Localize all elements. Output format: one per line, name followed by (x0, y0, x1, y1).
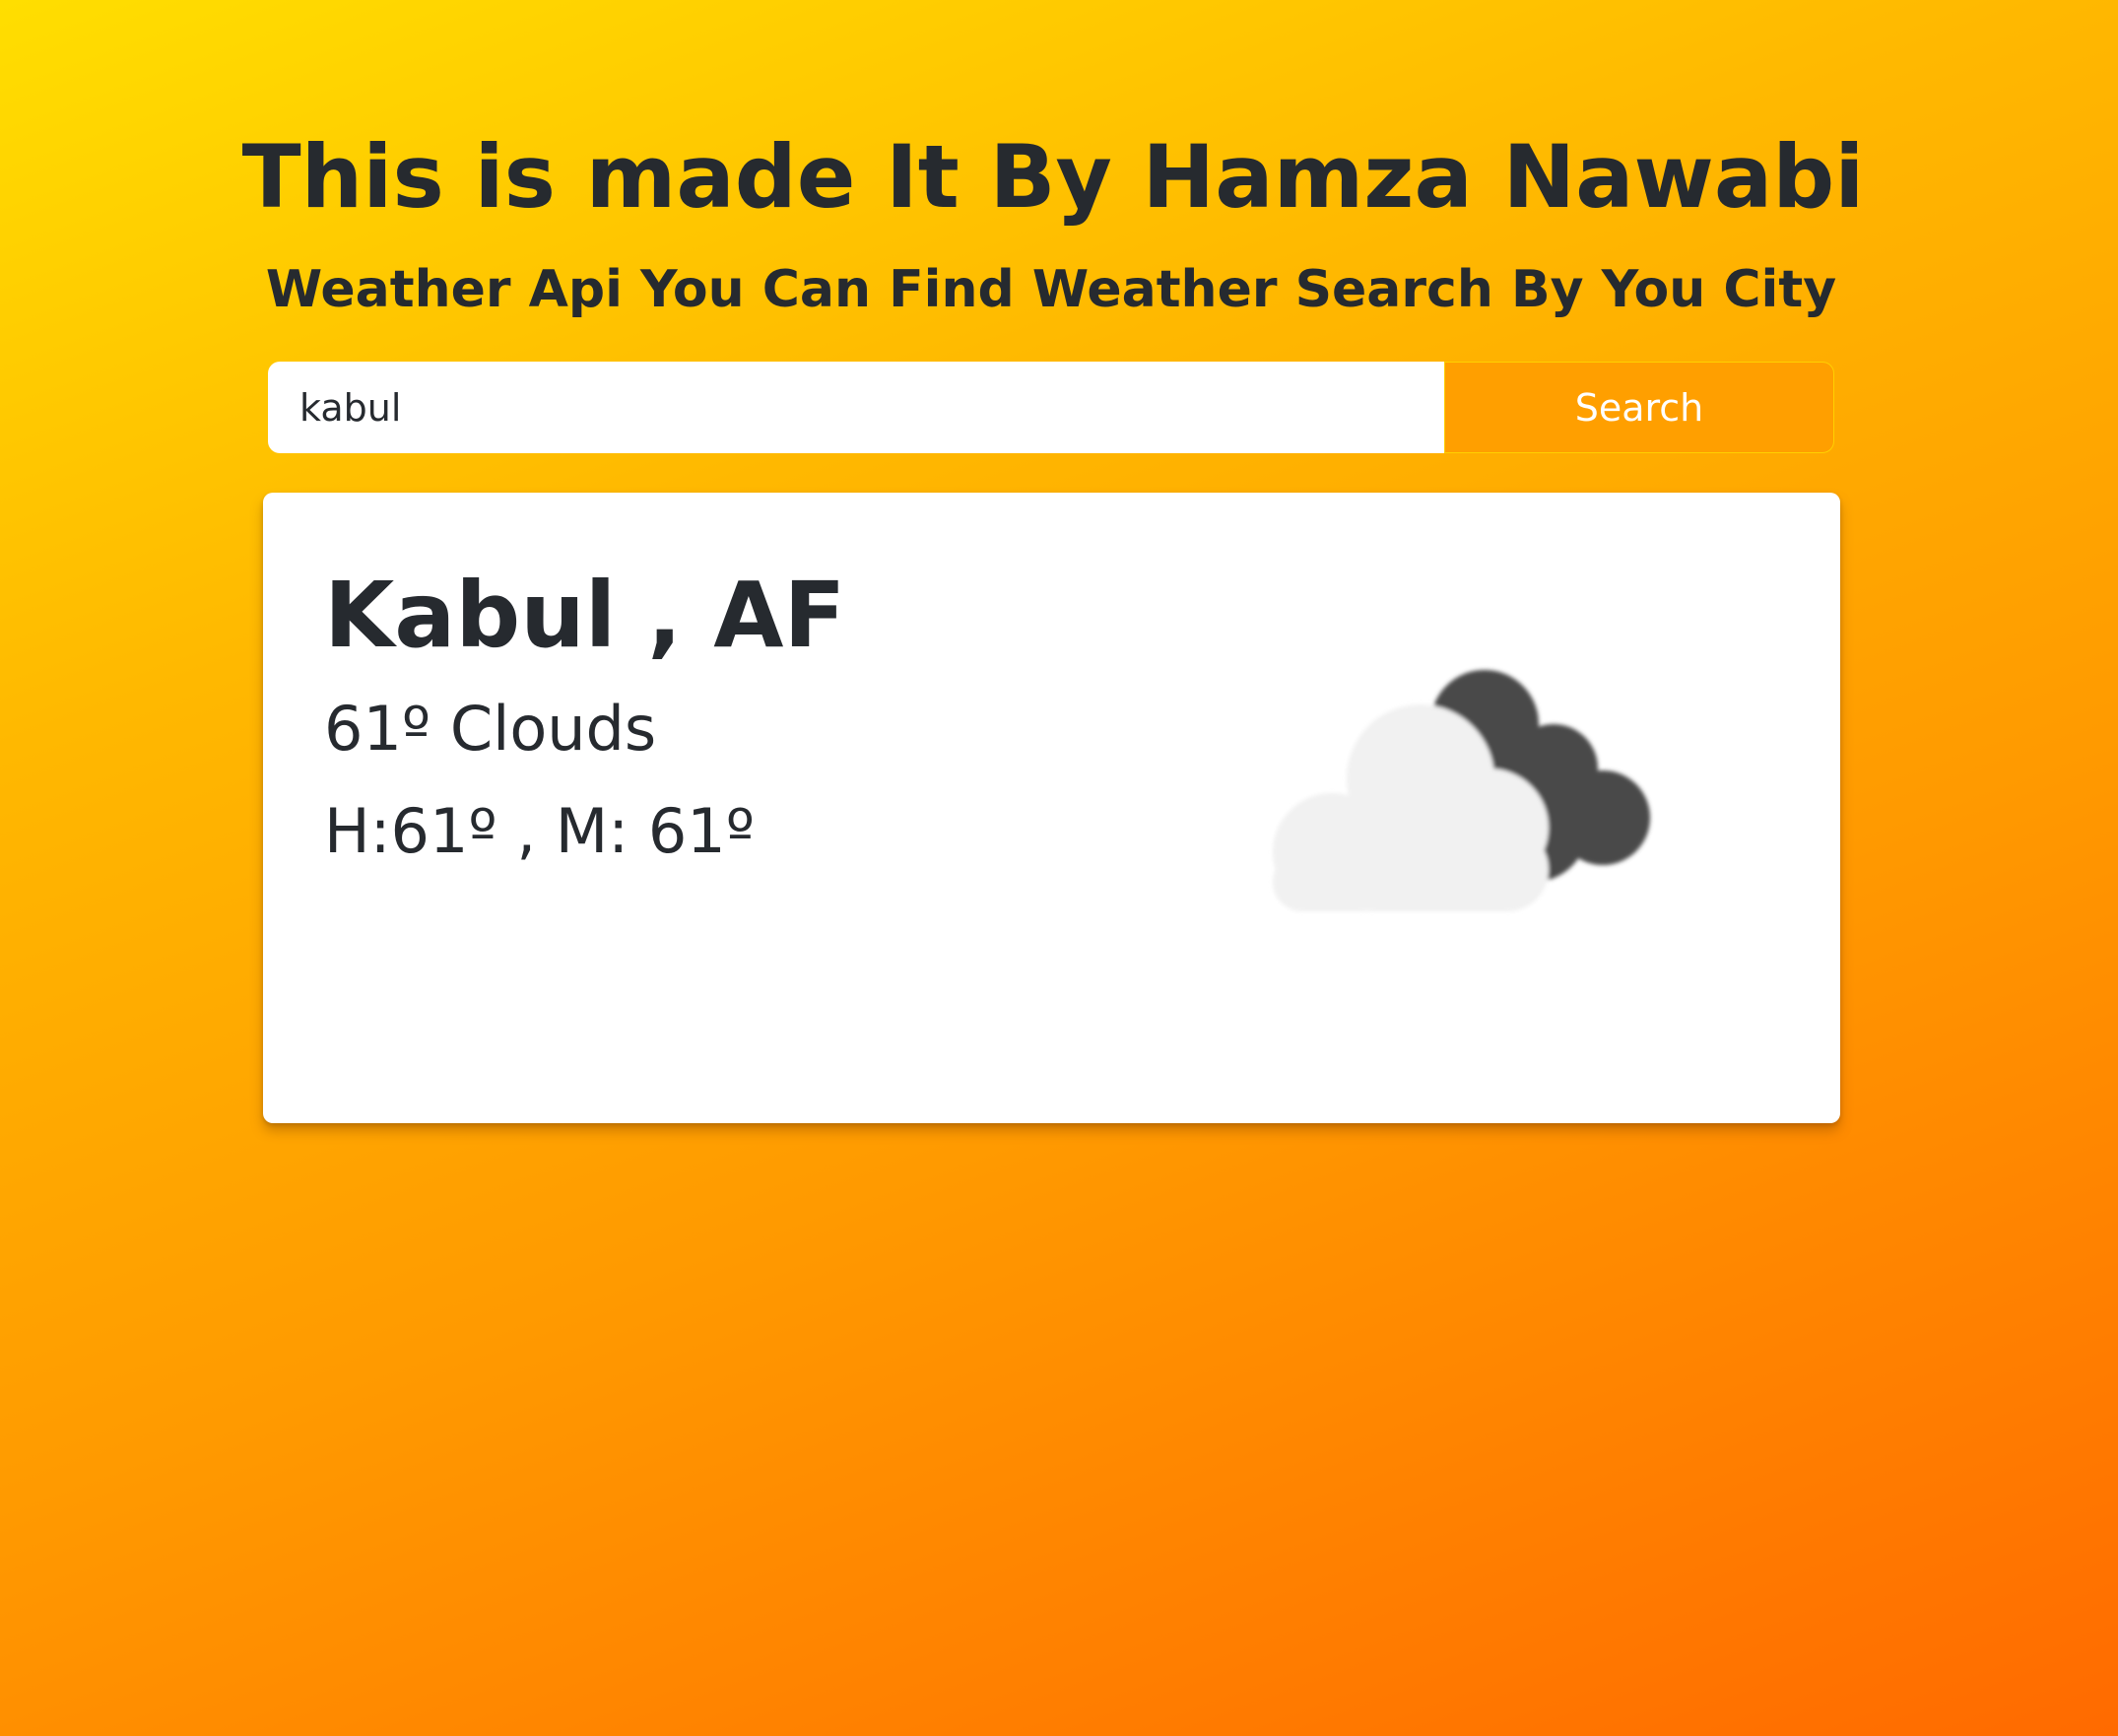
page-title: This is made It By Hamza Nawabi (241, 126, 1865, 228)
city-search-input[interactable] (268, 362, 1444, 453)
weather-card: Kabul , AF 61º Clouds H:61º , M: 61º (263, 493, 1840, 1123)
search-button[interactable]: Search (1444, 362, 1834, 453)
temperature-range: H:61º , M: 61º (324, 795, 755, 867)
temperature-condition: 61º Clouds (324, 693, 657, 765)
city-name: Kabul , AF (324, 563, 846, 668)
search-bar: Search (268, 362, 1834, 453)
page-subtitle: Weather Api You Can Find Weather Search … (265, 260, 1837, 319)
cloudy-night-icon (1273, 670, 1650, 911)
